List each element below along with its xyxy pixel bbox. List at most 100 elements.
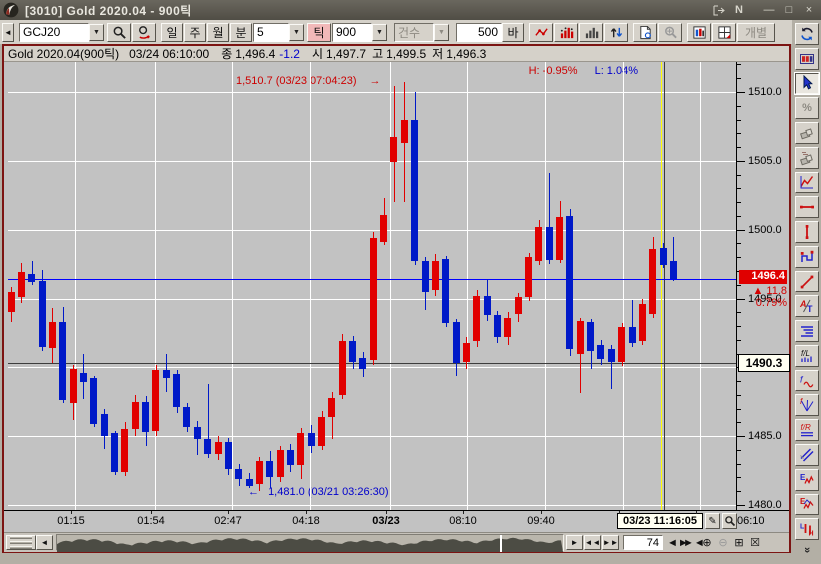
candle-body xyxy=(121,429,128,472)
grid-toggle-icon[interactable]: ⊞ xyxy=(731,536,747,549)
sidebar-tool-fib-fan[interactable]: f xyxy=(795,394,819,416)
bars-visible-input[interactable] xyxy=(623,535,663,550)
candle-body xyxy=(432,261,439,290)
price-tick xyxy=(737,230,745,231)
zigzag-icon xyxy=(799,174,815,190)
time-label: 01:54 xyxy=(135,515,167,527)
price-label: 1485.0 xyxy=(748,430,782,442)
tick-value[interactable]: 900 xyxy=(332,23,372,42)
period-day-button[interactable]: 일 xyxy=(161,23,183,42)
zoom-in-icon[interactable]: ⊕ xyxy=(699,536,715,549)
price-tick xyxy=(737,216,741,217)
news-button[interactable]: N xyxy=(730,2,748,18)
sidebar-tool-parallel-lines[interactable] xyxy=(795,444,819,466)
period-minute-button[interactable]: 분 xyxy=(230,23,252,42)
sidebar-tool-vertical-line[interactable] xyxy=(795,221,819,243)
price-label: 1500.0 xyxy=(748,224,782,236)
volume-signal-button[interactable] xyxy=(554,23,578,42)
sidebar-tool-text-tool[interactable]: AT xyxy=(795,295,819,317)
sidebar-tool-fib-levels[interactable] xyxy=(795,320,819,342)
sidebar-tool-multichart[interactable] xyxy=(795,48,819,70)
volume-minimap[interactable] xyxy=(56,534,564,551)
symbol-combobox[interactable]: GCJ20 ▼ xyxy=(19,23,104,42)
multichart-icon xyxy=(799,51,815,67)
line-chart-button[interactable] xyxy=(529,23,553,42)
price-change: ▲ 11.8 xyxy=(739,285,787,297)
close-box-icon[interactable]: ☒ xyxy=(747,536,763,549)
chart-plot[interactable]: H: -0.95% L: 1.04% 1,510.7 (03/23 07:04:… xyxy=(8,62,737,510)
price-tick xyxy=(737,326,741,327)
volume-button[interactable] xyxy=(579,23,603,42)
price-tick xyxy=(737,243,741,244)
close-button[interactable]: × xyxy=(800,2,818,18)
chevron-down-icon[interactable]: ▼ xyxy=(372,24,387,41)
edit-time-button[interactable]: ✎ xyxy=(705,513,720,529)
candle-body xyxy=(577,321,584,354)
time-tick xyxy=(306,511,307,514)
candle-body xyxy=(453,322,460,363)
price-axis[interactable]: 1510.01505.01500.01495.01490.01485.01480… xyxy=(737,62,789,510)
sidebar-tool-trendline[interactable] xyxy=(795,271,819,293)
symbol-value[interactable]: GCJ20 xyxy=(19,23,89,42)
fast-forward-button[interactable]: ►► xyxy=(602,535,619,550)
chevron-double-down-icon[interactable]: » xyxy=(801,547,813,553)
sidebar-tool-cursor[interactable] xyxy=(795,73,819,95)
chevron-down-icon[interactable]: ▼ xyxy=(289,24,304,41)
sidebar-tool-erase-all[interactable] xyxy=(795,147,819,169)
sidebar-tool-zigzag[interactable] xyxy=(795,172,819,194)
scroll-left-button[interactable]: ◄ xyxy=(36,535,53,550)
period-tick-button[interactable]: 틱 xyxy=(307,23,331,42)
sidebar-tool-refresh[interactable] xyxy=(795,23,819,45)
time-label: 04:18 xyxy=(290,515,322,527)
sidebar-tool-percent[interactable]: % xyxy=(795,97,819,119)
price-tick xyxy=(737,202,741,203)
sidebar-tool-high-low[interactable]: LH xyxy=(795,518,819,540)
bar-button[interactable]: 바 xyxy=(502,23,524,42)
time-axis[interactable]: 03/23 11:16:05 ✎ 01:1501:5402:4704:1803/… xyxy=(4,510,789,533)
axis-zoom-button[interactable] xyxy=(722,513,737,529)
chart-style-button[interactable] xyxy=(687,23,711,42)
candle-body xyxy=(442,259,449,323)
minute-value[interactable]: 5 xyxy=(253,23,289,42)
rewind-button[interactable]: ◄◄ xyxy=(584,535,601,550)
sidebar-tool-fib-retracement[interactable]: f/R xyxy=(795,419,819,441)
sidebar-tool-channel[interactable] xyxy=(795,246,819,268)
price-tick xyxy=(737,312,741,313)
export-icon[interactable] xyxy=(710,2,728,18)
sidebar-tool-fib-count[interactable]: f/L xyxy=(795,345,819,367)
search-button[interactable] xyxy=(107,23,131,42)
collapse-horizontal-icon[interactable]: ►◄ xyxy=(683,537,699,549)
symbol-jump-button[interactable] xyxy=(132,23,156,42)
zoom-out-icon: ⊖ xyxy=(715,536,731,549)
candle-body xyxy=(639,304,646,341)
minute-combobox[interactable]: 5 ▼ xyxy=(253,23,304,42)
sidebar-tool-elliott-channel[interactable]: E xyxy=(795,494,819,516)
period-month-button[interactable]: 월 xyxy=(207,23,229,42)
tick-combobox[interactable]: 900 ▼ xyxy=(332,23,387,42)
grid-settings-button[interactable] xyxy=(712,23,736,42)
sidebar-tool-elliott-wave[interactable]: E xyxy=(795,469,819,491)
scrollbar-grip[interactable] xyxy=(6,535,36,550)
price-tick xyxy=(737,133,741,134)
candle-body xyxy=(670,261,677,279)
minimize-button[interactable]: — xyxy=(760,2,778,18)
price-tick xyxy=(737,436,745,437)
time-label: 03/23 xyxy=(370,515,402,527)
price-tick xyxy=(737,64,741,65)
maximize-button[interactable]: □ xyxy=(780,2,798,18)
sidebar-tool-fib-wave[interactable]: f xyxy=(795,370,819,392)
play-button[interactable]: ► xyxy=(566,535,583,550)
period-week-button[interactable]: 주 xyxy=(184,23,206,42)
expand-horizontal-icon[interactable]: ◄► xyxy=(667,537,683,549)
sidebar-tool-eraser[interactable] xyxy=(795,122,819,144)
new-chart-button[interactable] xyxy=(633,23,657,42)
chevron-down-icon[interactable]: ▼ xyxy=(89,24,104,41)
candle-body xyxy=(649,249,656,314)
v-gridline xyxy=(75,62,76,510)
sidebar-tool-horizontal-line[interactable] xyxy=(795,196,819,218)
svg-text:f/R: f/R xyxy=(801,423,811,432)
price-tick xyxy=(737,161,745,162)
toolbar-collapse-button[interactable]: ◄ xyxy=(2,23,14,42)
sort-updown-button[interactable] xyxy=(604,23,628,42)
bar-count-input[interactable] xyxy=(456,23,502,42)
